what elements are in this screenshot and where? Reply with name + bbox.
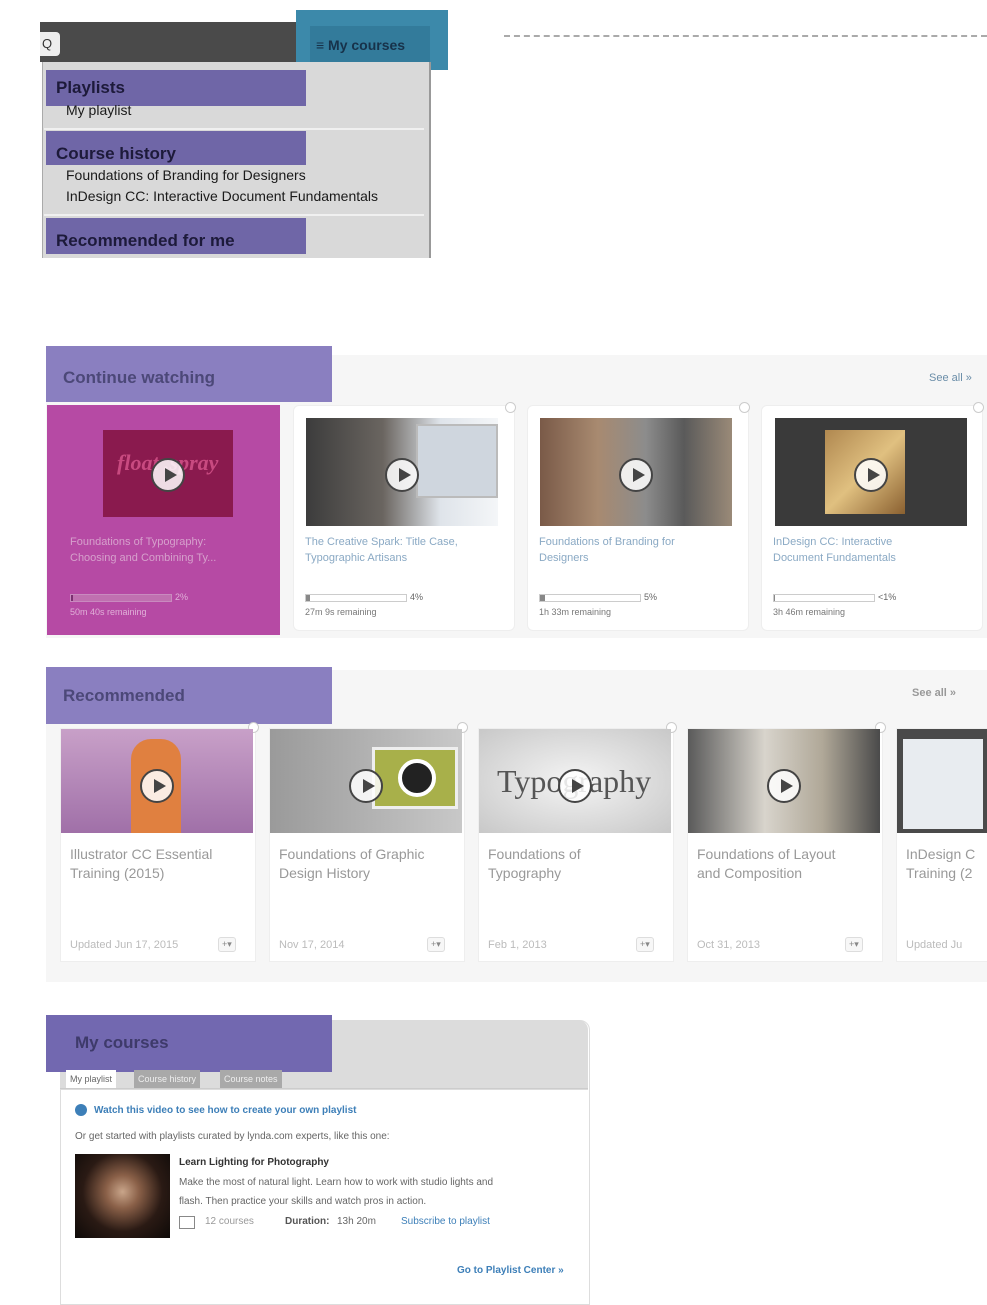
- playlist-center-link[interactable]: Go to Playlist Center »: [457, 1265, 564, 1276]
- progress-percent: 2%: [175, 592, 189, 602]
- my-courses-button[interactable]: ≡ My courses: [316, 37, 405, 53]
- course-thumbnail[interactable]: [61, 729, 253, 833]
- progress-fill: [306, 595, 310, 601]
- add-to-playlist-button[interactable]: +▾: [218, 937, 236, 952]
- progress-fill: [774, 595, 775, 601]
- play-icon[interactable]: [140, 769, 174, 803]
- course-thumbnail[interactable]: [306, 418, 498, 526]
- recommended-for-me-heading[interactable]: Recommended for me: [56, 231, 235, 251]
- divider: [44, 128, 424, 130]
- tab-course-notes[interactable]: Course notes: [220, 1070, 282, 1088]
- see-all-link[interactable]: See all »: [929, 372, 972, 384]
- course-thumbnail[interactable]: [540, 418, 732, 526]
- playlist-item-my-playlist[interactable]: My playlist: [66, 102, 131, 118]
- progress-fill: [71, 595, 73, 601]
- card-select-icon[interactable]: [505, 402, 516, 413]
- course-title[interactable]: InDesign C Training (2: [906, 845, 987, 883]
- progress-percent: <1%: [878, 592, 897, 602]
- progress-fill: [540, 595, 545, 601]
- course-title[interactable]: Foundations of Typography: [488, 845, 581, 883]
- time-remaining: 27m 9s remaining: [305, 607, 377, 617]
- courses-list-icon: [179, 1216, 195, 1229]
- history-item[interactable]: InDesign CC: Interactive Document Fundam…: [66, 188, 378, 204]
- course-title[interactable]: The Creative Spark: Title Case, Typograph…: [305, 534, 505, 566]
- progress-bar: [773, 594, 875, 602]
- progress-bar: [305, 594, 407, 602]
- recommended-heading: Recommended: [63, 686, 185, 705]
- history-item[interactable]: Foundations of Branding for Designers: [66, 167, 306, 183]
- progress-percent: 4%: [410, 592, 424, 602]
- playlist-title[interactable]: Learn Lighting for Photography: [179, 1157, 329, 1168]
- add-to-playlist-button[interactable]: +▾: [845, 937, 863, 952]
- subscribe-link[interactable]: Subscribe to playlist: [401, 1216, 490, 1227]
- duration-label: Duration:: [285, 1216, 330, 1227]
- course-thumbnail[interactable]: float .spray: [103, 430, 233, 517]
- continue-watching-heading: Continue watching: [63, 368, 216, 387]
- updated-date: Oct 31, 2013: [697, 939, 760, 951]
- play-icon[interactable]: [854, 458, 888, 492]
- tabs-divider: [60, 1088, 588, 1089]
- duration-value: 13h 20m: [337, 1216, 376, 1227]
- see-all-link[interactable]: See all »: [912, 687, 956, 699]
- playlist-thumbnail[interactable]: [75, 1154, 170, 1238]
- screen-preview: [903, 739, 983, 829]
- progress-percent: 5%: [644, 592, 658, 602]
- dashed-divider: [504, 35, 987, 37]
- progress-bar: [539, 594, 641, 602]
- playlists-heading[interactable]: Playlists: [56, 78, 125, 98]
- time-remaining: 3h 46m remaining: [773, 607, 846, 617]
- add-to-playlist-button[interactable]: +▾: [427, 937, 445, 952]
- course-thumbnail[interactable]: [897, 729, 987, 833]
- tab-my-playlist[interactable]: My playlist: [66, 1070, 117, 1088]
- intro-text: Or get started with playlists curated by…: [75, 1131, 390, 1142]
- course-thumbnail[interactable]: [688, 729, 880, 833]
- course-title[interactable]: Illustrator CC Essential Training (2015): [70, 845, 212, 883]
- progress-bar: [70, 594, 172, 602]
- time-remaining: 1h 33m remaining: [539, 607, 612, 617]
- updated-date: Nov 17, 2014: [279, 939, 345, 951]
- watch-playlist-video-link[interactable]: Watch this video to see how to create yo…: [94, 1105, 356, 1116]
- course-thumbnail[interactable]: Typography: [479, 729, 671, 833]
- course-history-heading[interactable]: Course history: [56, 144, 176, 164]
- playlist-description: flash. Then practice your skills and wat…: [179, 1196, 427, 1207]
- course-thumbnail[interactable]: [270, 729, 462, 833]
- course-thumbnail[interactable]: [775, 418, 967, 526]
- card-select-icon[interactable]: [973, 402, 984, 413]
- play-icon[interactable]: [767, 769, 801, 803]
- playlist-description: Make the most of natural light. Learn ho…: [179, 1177, 494, 1188]
- course-title[interactable]: InDesign CC: Interactive Document Fundame…: [773, 534, 973, 566]
- time-remaining: 50m 40s remaining: [70, 607, 147, 617]
- play-icon[interactable]: [558, 769, 592, 803]
- course-title[interactable]: Foundations of Branding for Designers: [539, 534, 739, 566]
- add-to-playlist-button[interactable]: +▾: [636, 937, 654, 952]
- course-title[interactable]: Foundations of Graphic Design History: [279, 845, 425, 883]
- divider: [44, 214, 424, 216]
- card-select-icon[interactable]: [739, 402, 750, 413]
- course-title[interactable]: Foundations of Layout and Composition: [697, 845, 836, 883]
- search-icon[interactable]: Q: [40, 32, 60, 56]
- eye-graphic: [398, 759, 436, 797]
- play-icon[interactable]: [349, 769, 383, 803]
- play-icon[interactable]: [385, 458, 419, 492]
- course-title[interactable]: Foundations of Typography: Choosing and C…: [70, 534, 270, 566]
- play-icon[interactable]: [619, 458, 653, 492]
- updated-date: Updated Jun 17, 2015: [70, 939, 179, 951]
- video-info-icon: [75, 1104, 87, 1116]
- monitor-image: [416, 424, 498, 498]
- updated-date: Feb 1, 2013: [488, 939, 547, 951]
- play-icon[interactable]: [151, 458, 185, 492]
- course-count: 12 courses: [205, 1216, 254, 1227]
- tab-course-history[interactable]: Course history: [134, 1070, 201, 1088]
- my-courses-heading: My courses: [75, 1033, 169, 1052]
- updated-date: Updated Ju: [906, 939, 963, 951]
